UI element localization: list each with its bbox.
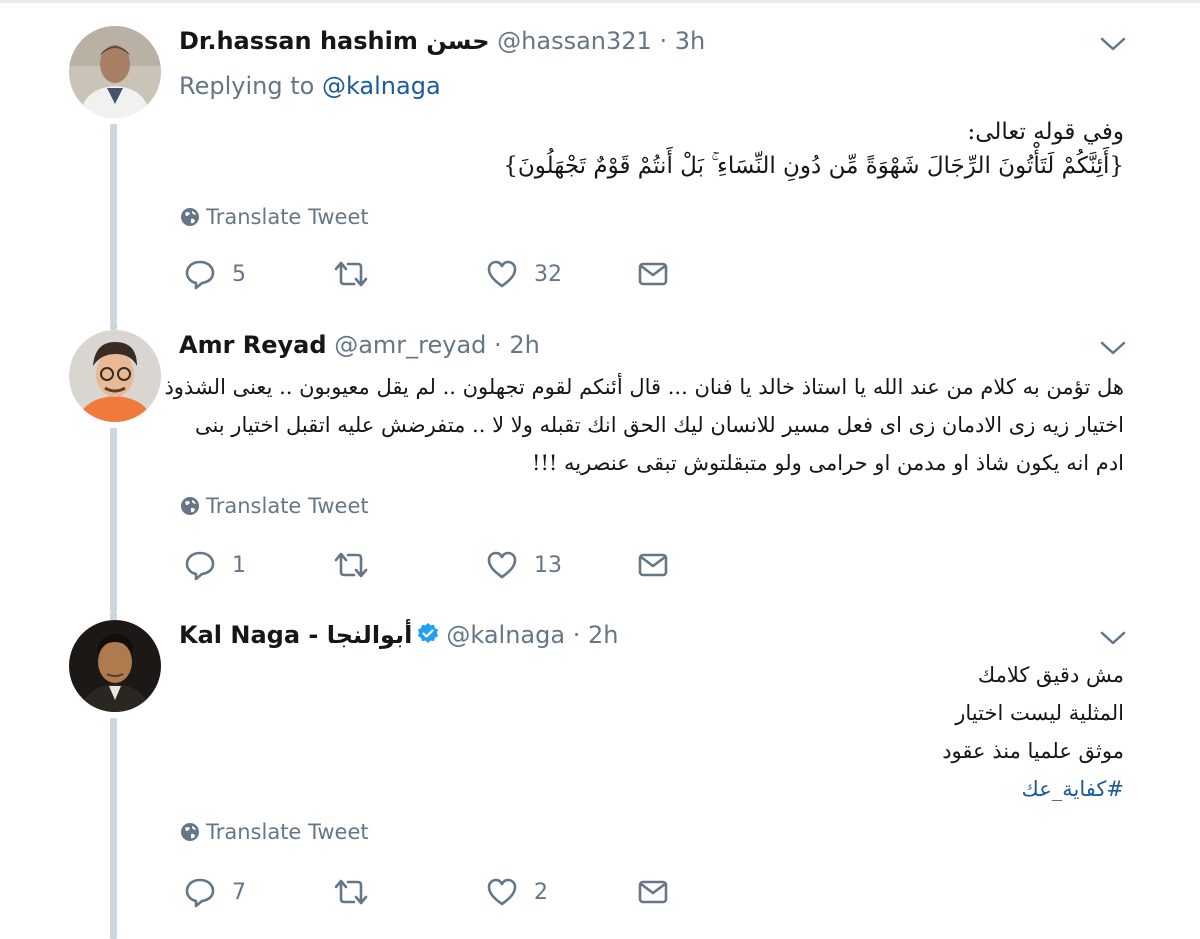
chevron-down-icon[interactable] [1099,34,1127,54]
separator: · [494,331,502,359]
avatar[interactable] [69,620,161,712]
reply-icon [185,260,215,290]
display-name[interactable]: Amr Reyad [179,331,327,359]
direct-message-button[interactable] [637,545,669,585]
message-icon [638,553,668,577]
reply-button[interactable]: 7 [184,872,246,912]
tweet-actions: 5 32 [0,254,1200,294]
chevron-down-icon[interactable] [1099,338,1127,358]
translate-tweet[interactable]: Translate Tweet [180,494,369,518]
display-name[interactable]: Dr.hassan hashim حسن [179,27,490,55]
mention-link[interactable]: @kalnaga [322,72,441,100]
tweet-text-line: المثلية ليست اختيار [955,701,1124,725]
separator: · [572,621,581,649]
translate-label: Translate Tweet [206,494,369,518]
separator: · [659,27,668,55]
like-icon [487,260,517,288]
translate-label: Translate Tweet [206,205,369,229]
reply-icon [185,878,215,908]
user-handle[interactable]: @amr_reyad [334,331,486,359]
translate-label: Translate Tweet [206,820,369,844]
retweet-icon [334,261,368,287]
user-handle[interactable]: @hassan321 [497,27,652,55]
timestamp[interactable]: 2h [509,331,539,359]
retweet-button[interactable] [332,872,386,912]
tweet-header: Kal Naga - أبوالنجا @kalnaga · 2h [179,621,618,649]
tweet-body: هل تؤمن به كلام من عند الله يا استاذ خال… [164,368,1124,482]
timestamp[interactable]: 3h [675,27,705,55]
reply-button[interactable]: 5 [184,254,246,294]
globe-icon [181,208,199,226]
like-button[interactable]: 13 [486,545,562,585]
avatar[interactable] [69,330,161,422]
display-name[interactable]: Kal Naga - أبوالنجا [179,621,412,649]
replying-to-label: Replying to [179,72,315,100]
tweet-body: مش دقيق كلامك المثلية ليست اختيار موثق ع… [942,656,1124,808]
like-icon [487,878,517,906]
like-count: 32 [534,261,562,287]
message-icon [638,262,668,286]
tweet[interactable]: Kal Naga - أبوالنجا @kalnaga · 2h مش دقيق… [0,612,1200,939]
tweet-actions: 1 13 [0,545,1200,585]
verified-icon [418,623,439,643]
retweet-icon [334,552,368,578]
avatar[interactable] [69,26,161,118]
tweet-actions: 7 2 [0,872,1200,912]
like-count: 2 [534,879,548,905]
reply-button[interactable]: 1 [184,545,246,585]
tweet[interactable]: Dr.hassan hashim حسن @hassan321 · 3h Rep… [0,0,1200,322]
tweet-header: Amr Reyad @amr_reyad · 2h [179,331,540,359]
hashtag-link[interactable]: #كفاية_عك [942,770,1124,808]
user-handle[interactable]: @kalnaga [446,621,565,649]
direct-message-button[interactable] [637,872,669,912]
tweet-text-line: ادم انه يكون شاذ او مدمن او حرامى ولو مت… [532,451,1124,475]
replying-to: Replying to @kalnaga [179,72,441,100]
like-icon [487,551,517,579]
direct-message-button[interactable] [637,254,669,294]
tweet-text-line: {أَئِنَّكُمْ لَتَأْتُونَ الرِّجَالَ شَهْ… [503,153,1124,179]
reply-count: 5 [232,261,246,287]
timestamp[interactable]: 2h [588,621,618,649]
reply-icon [185,551,215,581]
like-button[interactable]: 32 [486,254,562,294]
thread-line [110,322,117,330]
message-icon [638,880,668,904]
translate-tweet[interactable]: Translate Tweet [180,820,369,844]
reply-count: 7 [232,879,246,905]
reply-count: 1 [232,552,246,578]
retweet-button[interactable] [332,254,386,294]
retweet-button[interactable] [332,545,386,585]
globe-icon [181,497,199,515]
tweet-text-line: وفي قوله تعالى: [967,119,1124,145]
tweet-text-line: هل تؤمن به كلام من عند الله يا استاذ خال… [164,375,1124,399]
translate-tweet[interactable]: Translate Tweet [180,205,369,229]
tweet-text-line: موثق علميا منذ عقود [942,739,1124,763]
tweet[interactable]: Amr Reyad @amr_reyad · 2h هل تؤمن به كلا… [0,322,1200,612]
like-button[interactable]: 2 [486,872,548,912]
like-count: 13 [534,552,562,578]
tweet-body: وفي قوله تعالى: {أَئِنَّكُمْ لَتَأْتُونَ… [503,115,1124,183]
tweet-text-line: اختيار زيه زى الادمان زى اى فعل مسير للا… [194,413,1124,437]
retweet-icon [334,879,368,905]
thread-line [110,612,117,620]
chevron-down-icon[interactable] [1099,628,1127,648]
tweet-text-line: مش دقيق كلامك [977,663,1124,687]
tweet-header: Dr.hassan hashim حسن @hassan321 · 3h [179,27,705,55]
globe-icon [181,823,199,841]
